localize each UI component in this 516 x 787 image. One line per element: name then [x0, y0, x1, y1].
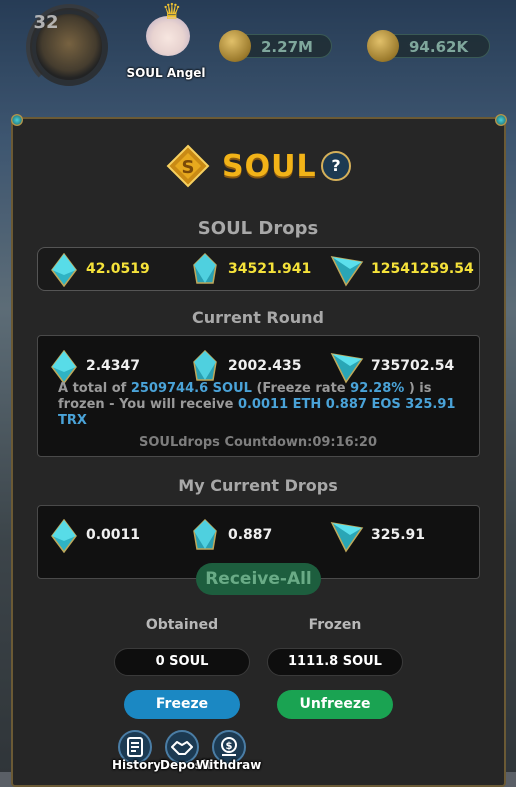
withdraw-label: Withdraw: [196, 758, 262, 772]
drops-countdown: SOULdrops Countdown:09:16:20: [138, 435, 378, 450]
info-amount: 2509744.6 SOUL: [130, 381, 252, 396]
gold-resource[interactable]: 2.27M: [219, 30, 332, 62]
trx-gem-icon: [330, 256, 364, 287]
frozen-value: 1111.8 SOUL: [267, 648, 403, 676]
my-eth: 0.0011: [86, 527, 141, 543]
second-resource-value: 94.62K: [409, 38, 469, 56]
avatar[interactable]: ♛: [140, 2, 196, 64]
round-eos: 2002.435: [228, 358, 302, 374]
eos-gem-icon: [193, 253, 217, 284]
svg-text:$: $: [226, 741, 233, 752]
info-prefix: A total of: [58, 381, 127, 396]
eth-gem-icon: [51, 253, 77, 287]
crown-icon: ♛: [162, 0, 182, 25]
eth-gem-icon: [51, 519, 77, 553]
obtained-label: Obtained: [145, 617, 219, 633]
history-label: History: [112, 758, 162, 772]
receive-all-button[interactable]: Receive-All: [196, 563, 321, 595]
my-drops-title: My Current Drops: [178, 476, 338, 495]
player-level: 32: [33, 12, 59, 33]
trx-gem-icon: [330, 353, 364, 384]
frozen-label: Frozen: [308, 617, 362, 633]
player-name: SOUL Angel: [126, 66, 206, 80]
panel-title: SOUL: [222, 149, 317, 184]
soul-drops-title: SOUL Drops: [197, 218, 319, 239]
deposit-handshake-icon: [171, 741, 193, 755]
freeze-button[interactable]: Freeze: [124, 690, 240, 719]
withdraw-coin-icon: $: [221, 737, 237, 756]
obtained-value: 0 SOUL: [114, 648, 250, 676]
soul-logo-icon: S: [166, 144, 210, 188]
my-eos: 0.887: [228, 527, 273, 543]
soul-drops-trx: 12541259.54: [371, 261, 474, 277]
unfreeze-button[interactable]: Unfreeze: [277, 690, 393, 719]
soul-drops-eth: 42.0519: [86, 261, 150, 277]
my-trx: 325.91: [371, 527, 426, 543]
eth-gem-icon: [51, 350, 77, 384]
second-resource[interactable]: 94.62K: [367, 30, 490, 62]
eos-gem-icon: [193, 519, 217, 550]
history-icon: [127, 737, 143, 757]
resource-icon: [367, 30, 399, 62]
panel-corner-ornament: [11, 114, 23, 126]
info-freeze-rate: 92.28%: [350, 381, 405, 396]
round-eth: 2.4347: [86, 358, 141, 374]
gold-value: 2.27M: [261, 38, 313, 56]
trx-gem-icon: [330, 522, 364, 553]
help-button[interactable]: ?: [321, 151, 351, 181]
eos-gem-icon: [193, 350, 217, 381]
round-trx: 735702.54: [371, 358, 455, 374]
soul-drops-eos: 34521.941: [228, 261, 312, 277]
svg-text:S: S: [182, 157, 195, 178]
round-info-text: A total of 2509744.6 SOUL (Freeze rate 9…: [58, 381, 458, 429]
current-round-title: Current Round: [192, 308, 324, 327]
gold-coin-icon: [219, 30, 251, 62]
panel-corner-ornament: [495, 114, 507, 126]
info-freeze-label: (Freeze rate: [256, 381, 346, 396]
